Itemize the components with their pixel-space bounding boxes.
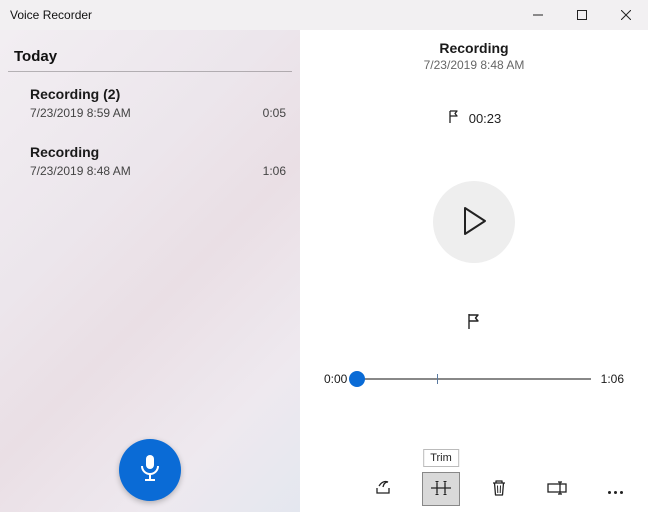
- trim-icon: [431, 480, 451, 499]
- trim-tooltip: Trim: [423, 449, 459, 467]
- seek-slider[interactable]: [357, 371, 590, 387]
- divider: [8, 71, 292, 72]
- flag-icon: [447, 110, 461, 127]
- recording-item[interactable]: Recording (2) 7/23/2019 8:59 AM 0:05: [0, 74, 300, 132]
- play-icon: [461, 206, 487, 239]
- share-icon: [374, 479, 392, 500]
- group-header-today: Today: [0, 30, 300, 71]
- time-start: 0:00: [324, 372, 347, 386]
- delete-button[interactable]: [480, 472, 518, 506]
- sidebar: Today Recording (2) 7/23/2019 8:59 AM 0:…: [0, 30, 300, 512]
- timeline: 0:00 1:06: [324, 371, 624, 387]
- rename-icon: [547, 481, 567, 498]
- marker-time: 00:23: [469, 111, 502, 126]
- main-panel: Recording 7/23/2019 8:48 AM 00:23: [300, 30, 648, 512]
- record-button[interactable]: [119, 439, 181, 501]
- marker-tick: [437, 374, 438, 384]
- recording-item-name: Recording (2): [30, 86, 286, 102]
- seek-thumb[interactable]: [349, 371, 365, 387]
- close-button[interactable]: [604, 0, 648, 30]
- window-title: Voice Recorder: [10, 8, 92, 22]
- current-recording-title[interactable]: Recording: [424, 40, 525, 56]
- add-marker-button[interactable]: [460, 309, 488, 337]
- play-button[interactable]: [433, 181, 515, 263]
- time-end: 1:06: [601, 372, 624, 386]
- recording-item-name: Recording: [30, 144, 286, 160]
- recording-item-timestamp: 7/23/2019 8:59 AM: [30, 106, 131, 120]
- trim-button[interactable]: Trim: [422, 472, 460, 506]
- titlebar: Voice Recorder: [0, 0, 648, 30]
- more-icon: [606, 482, 624, 497]
- action-bar: Trim: [364, 472, 634, 506]
- more-button[interactable]: [596, 472, 634, 506]
- recording-item-duration: 1:06: [263, 164, 286, 178]
- rename-button[interactable]: [538, 472, 576, 506]
- maximize-button[interactable]: [560, 0, 604, 30]
- current-recording-timestamp: 7/23/2019 8:48 AM: [424, 58, 525, 72]
- microphone-icon: [138, 453, 162, 486]
- marker-entry[interactable]: 00:23: [447, 110, 502, 127]
- flag-icon: [465, 313, 483, 334]
- minimize-button[interactable]: [516, 0, 560, 30]
- trash-icon: [491, 479, 507, 500]
- recording-item[interactable]: Recording 7/23/2019 8:48 AM 1:06: [0, 132, 300, 190]
- share-button[interactable]: [364, 472, 402, 506]
- recording-item-timestamp: 7/23/2019 8:48 AM: [30, 164, 131, 178]
- recording-item-duration: 0:05: [263, 106, 286, 120]
